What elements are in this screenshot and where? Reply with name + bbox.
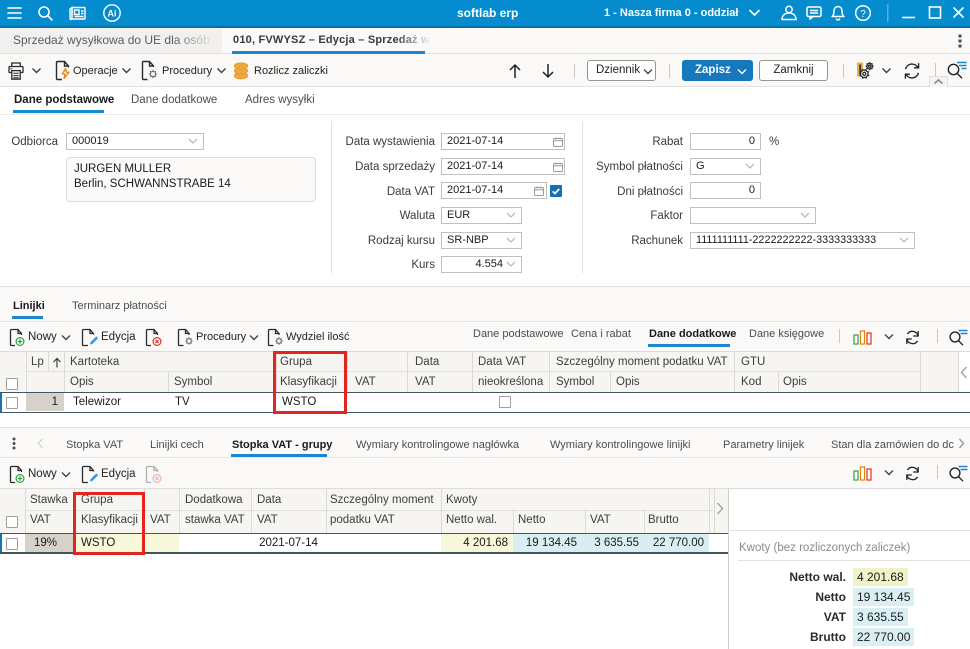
svg-text:?: ? xyxy=(860,9,866,20)
svg-text:Ai: Ai xyxy=(108,9,117,19)
